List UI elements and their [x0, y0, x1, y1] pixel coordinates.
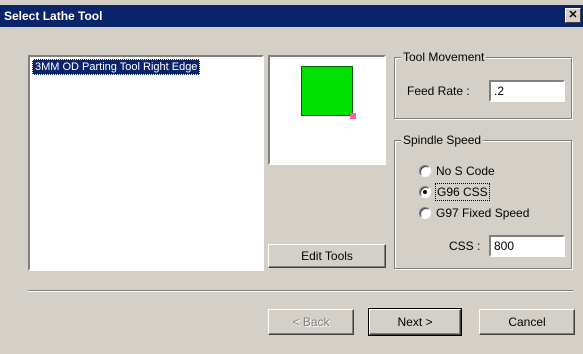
tool-preview: [268, 55, 386, 165]
spindle-speed-group: Spindle Speed No S Code G96 CSS G97 Fixe…: [394, 133, 572, 269]
footer-separator: [28, 290, 573, 292]
tool-insert-shape: [301, 66, 353, 116]
tool-tip-marker: [350, 113, 356, 119]
radio-g97-fixed-speed-label: G97 Fixed Speed: [436, 206, 530, 220]
window-title: Select Lathe Tool: [4, 9, 103, 23]
tool-listbox[interactable]: 3MM OD Parting Tool Right Edge: [28, 55, 264, 271]
title-bar[interactable]: Select Lathe Tool ✕: [0, 5, 583, 27]
list-item-selected-tool[interactable]: 3MM OD Parting Tool Right Edge: [32, 59, 201, 75]
radio-button-icon[interactable]: [419, 165, 431, 177]
cancel-button[interactable]: Cancel: [479, 309, 575, 335]
next-button[interactable]: Next >: [368, 308, 462, 336]
css-label: CSS :: [449, 239, 481, 253]
edit-tools-button[interactable]: Edit Tools: [268, 244, 386, 268]
tool-movement-group: Tool Movement Feed Rate : .2: [394, 50, 572, 119]
radio-button-icon[interactable]: [419, 207, 431, 219]
radio-no-s-code-label: No S Code: [436, 164, 495, 178]
feed-rate-input[interactable]: .2: [489, 80, 565, 102]
radio-button-checked-icon[interactable]: [419, 186, 431, 198]
radio-g96-css-label: G96 CSS: [435, 183, 490, 201]
close-icon[interactable]: ✕: [565, 8, 581, 23]
spindle-speed-label: Spindle Speed: [401, 133, 484, 147]
feed-rate-label: Feed Rate :: [407, 84, 470, 98]
select-lathe-tool-dialog: Select Lathe Tool ✕ 3MM OD Parting Tool …: [0, 0, 583, 354]
tool-movement-label: Tool Movement: [401, 50, 487, 64]
back-button[interactable]: < Back: [268, 309, 354, 335]
css-input[interactable]: 800: [489, 235, 565, 257]
